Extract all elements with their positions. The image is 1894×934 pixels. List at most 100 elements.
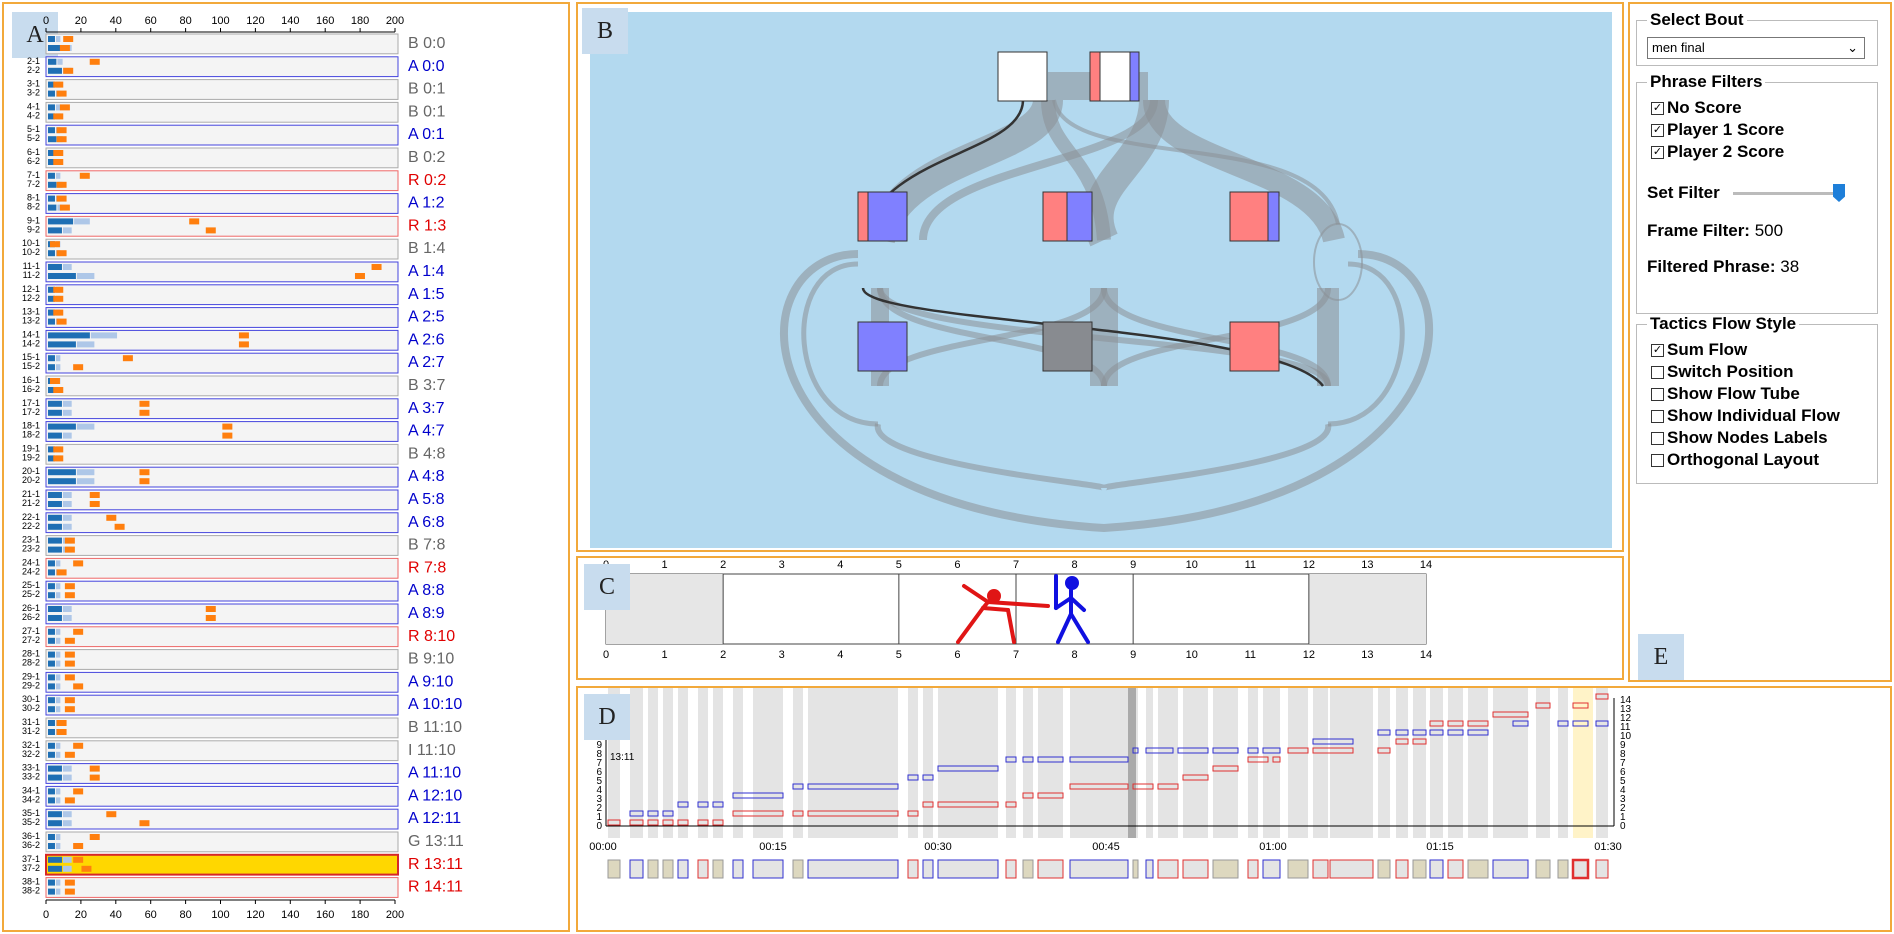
phrase-result-box — [907, 859, 919, 879]
bar-light-blue — [55, 674, 61, 681]
set-filter-handle[interactable] — [1833, 184, 1845, 202]
phrase-band — [1536, 688, 1550, 838]
phrase-result-box — [792, 859, 804, 879]
bar-light-blue — [55, 583, 61, 590]
bar-orange — [53, 309, 64, 316]
bar-light-blue — [55, 742, 61, 749]
bar-light-blue — [55, 172, 61, 179]
blue-head — [1065, 576, 1079, 590]
panel-c: 0011223344556677889910101111121213131414… — [576, 556, 1624, 680]
axis-tick-bottom: 180 — [351, 909, 369, 921]
phrase-score: A 4:7 — [408, 423, 445, 440]
bar-orange — [73, 788, 84, 795]
bar-orange — [73, 683, 84, 690]
axis-tick-bottom: 40 — [110, 909, 122, 921]
opt-sum-flow[interactable]: ✓ Sum Flow — [1651, 339, 1877, 361]
phrase-score: A 10:10 — [408, 696, 462, 713]
phrase-row-box — [45, 421, 399, 442]
phrase-score: A 2:5 — [408, 309, 445, 326]
bar-blue — [48, 181, 57, 188]
phrase-result-box — [629, 859, 644, 879]
phrase-score: A 3:7 — [408, 400, 445, 417]
phrase-bar-chart: 0 20 40 60 80 100 120 140 160 180 200 0 20 40 60 80 100 1… — [22, 15, 464, 921]
phrase-label: 7-2 — [27, 179, 40, 189]
checkbox[interactable] — [1651, 365, 1664, 379]
bar-orange — [222, 432, 233, 439]
bar-orange — [73, 628, 84, 635]
opt-switch-position[interactable]: Switch Position — [1651, 361, 1877, 383]
set-filter-slider[interactable] — [1733, 192, 1841, 195]
phrase-row-box — [45, 808, 399, 830]
phrase-row-box — [45, 261, 399, 283]
c-tick-top: 10 — [1186, 559, 1198, 571]
checkbox[interactable] — [1651, 409, 1664, 423]
chevron-down-icon: ⌄ — [1847, 40, 1858, 55]
phrase-filters-title: Phrase Filters — [1647, 72, 1766, 92]
phrase-row-box — [45, 717, 399, 739]
opt-show-flow-tube[interactable]: Show Flow Tube — [1651, 383, 1877, 405]
filter-no-score[interactable]: ✓ No Score — [1651, 97, 1877, 119]
checkbox[interactable] — [1651, 387, 1664, 401]
bar-orange — [56, 127, 67, 134]
opt-show-individual-flow[interactable]: Show Individual Flow — [1651, 405, 1877, 427]
panel-a: A 0 20 40 60 80 100 120 140 160 180 200 0 20 40 60 80 10… — [2, 2, 570, 932]
checkbox[interactable] — [1651, 453, 1664, 467]
phrase-score: R 7:8 — [408, 559, 446, 576]
score-timeline: 012345678910110123456789101112131400:000… — [589, 688, 1632, 880]
phrase-label: 11-2 — [23, 270, 40, 280]
phrase-row-box — [45, 580, 399, 602]
bar-blue — [48, 797, 55, 804]
bar-blue — [48, 514, 62, 521]
phrase-result-box — [1132, 859, 1139, 879]
bar-orange — [59, 45, 70, 51]
bar-orange — [64, 674, 75, 681]
bar-blue — [48, 583, 55, 590]
opt-orthogonal-layout[interactable]: Orthogonal Layout — [1651, 449, 1877, 471]
c-tick-bottom: 10 — [1186, 649, 1198, 661]
phrase-result-box — [807, 859, 899, 879]
bar-light-blue — [55, 706, 61, 713]
bar-light-blue — [57, 58, 63, 65]
phrase-label: 3-2 — [27, 88, 40, 98]
bar-light-blue — [62, 820, 72, 827]
opt-show-nodes-labels[interactable]: Show Nodes Labels — [1651, 427, 1877, 449]
phrase-label: 18-2 — [22, 430, 40, 440]
phrase-score: A 0:0 — [408, 58, 445, 75]
checkbox[interactable]: ✓ — [1651, 123, 1664, 137]
axis-tick-bottom: 60 — [145, 909, 157, 921]
c-tick-bottom: 4 — [837, 649, 843, 661]
bar-orange — [64, 592, 75, 599]
phrase-label: 19-2 — [22, 452, 40, 462]
bar-light-blue — [74, 218, 90, 225]
bar-light-blue — [62, 865, 72, 872]
phrase-label: 13-2 — [22, 316, 40, 326]
bar-light-blue — [55, 843, 61, 849]
phrase-band — [698, 688, 708, 838]
bar-orange — [53, 159, 64, 165]
axis-tick-top: 200 — [386, 15, 404, 27]
checkbox[interactable]: ✓ — [1651, 101, 1664, 115]
phrase-band — [1413, 688, 1426, 838]
bar-blue — [48, 341, 76, 348]
bar-light-blue — [62, 400, 72, 407]
bar-blue — [48, 250, 55, 257]
phrase-band — [1248, 688, 1258, 838]
phrase-row-box — [45, 352, 399, 374]
phrase-label: 10-2 — [22, 247, 40, 257]
c-tick-bottom: 5 — [896, 649, 902, 661]
checkbox[interactable]: ✓ — [1651, 145, 1664, 159]
bar-light-blue — [76, 478, 95, 485]
phrase-score: A 1:5 — [408, 286, 445, 303]
c-tick-top: 7 — [1013, 559, 1019, 571]
bout-select[interactable]: men final ⌄ — [1647, 37, 1865, 59]
checkbox[interactable] — [1651, 431, 1664, 445]
filter-player1-score[interactable]: ✓ Player 1 Score — [1651, 119, 1877, 141]
phrase-label: 28-2 — [22, 658, 40, 668]
bar-blue — [48, 104, 55, 111]
axis-tick-top: 120 — [246, 15, 264, 27]
phrase-result-box — [1535, 859, 1551, 879]
filter-player2-score[interactable]: ✓ Player 2 Score — [1651, 141, 1877, 163]
bar-light-blue — [62, 264, 72, 270]
c-tick-bottom: 12 — [1303, 649, 1315, 661]
checkbox[interactable]: ✓ — [1651, 343, 1664, 357]
